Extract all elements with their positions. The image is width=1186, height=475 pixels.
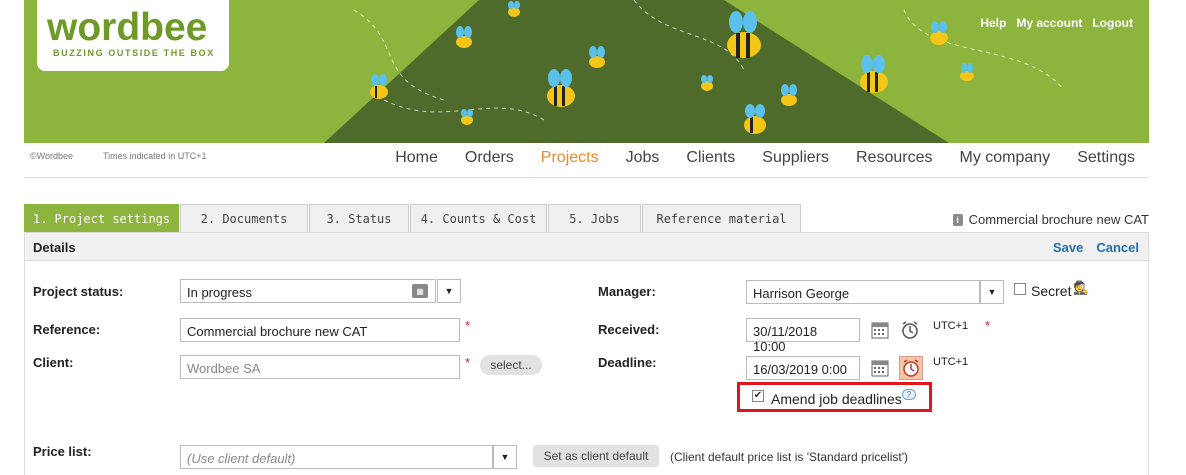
price-list-select[interactable]: (Use client default) [180, 445, 493, 469]
received-calendar-icon[interactable] [870, 320, 890, 340]
save-button[interactable]: Save [1053, 240, 1083, 255]
help-link[interactable]: Help [980, 16, 1006, 30]
project-status-label: Project status: [33, 284, 124, 299]
received-clock-icon[interactable] [900, 320, 920, 340]
cancel-button[interactable]: Cancel [1096, 240, 1139, 255]
status-workflow-icon: ▦ [412, 284, 428, 298]
received-date-input[interactable]: 30/11/2018 10:00 [746, 318, 860, 354]
help-icon[interactable]: ? [902, 389, 916, 400]
project-status-dropdown-icon[interactable]: ▼ [437, 279, 461, 303]
project-status-value: In progress [187, 285, 253, 300]
reference-required-marker: * [465, 318, 471, 333]
price-list-note: (Client default price list is 'Standard … [670, 450, 909, 464]
deadline-label: Deadline: [598, 355, 657, 370]
amend-job-deadlines-checkbox[interactable]: ✔ [752, 390, 764, 402]
nav-jobs[interactable]: Jobs [626, 149, 660, 167]
price-list-label: Price list: [33, 444, 92, 459]
client-select-button[interactable]: select... [480, 355, 542, 375]
nav-projects[interactable]: Projects [541, 149, 599, 167]
copyright-text: ©Wordbee [30, 151, 73, 161]
tab-counts-cost[interactable]: 4. Counts & Cost [410, 204, 547, 232]
deadline-calendar-icon[interactable] [870, 358, 890, 378]
price-list-dropdown-icon[interactable]: ▼ [493, 445, 517, 469]
nav-settings[interactable]: Settings [1077, 149, 1135, 167]
details-panel: Details Save Cancel [24, 232, 1149, 475]
reference-input[interactable]: Commercial brochure new CAT [180, 318, 460, 342]
received-required-marker: * [985, 318, 991, 333]
client-required-marker: * [465, 355, 471, 370]
main-nav: Home Orders Projects Jobs Clients Suppli… [368, 149, 1135, 167]
amend-job-deadlines-label: Amend job deadlines [771, 391, 902, 407]
nav-resources[interactable]: Resources [856, 149, 932, 167]
client-input[interactable]: Wordbee SA [180, 355, 460, 379]
panel-actions: Save Cancel [1053, 240, 1139, 255]
tab-status[interactable]: 3. Status [309, 204, 409, 232]
header-banner: wordbee BUZZING OUTSIDE THE BOX Help My … [24, 0, 1149, 143]
logout-link[interactable]: Logout [1092, 16, 1133, 30]
project-title-text: Commercial brochure new CAT [968, 212, 1149, 227]
manager-select[interactable]: Harrison George [746, 280, 980, 304]
tab-project-settings[interactable]: 1. Project settings [24, 204, 179, 232]
deadline-date-input[interactable]: 16/03/2019 0:00 [746, 356, 860, 380]
manager-label: Manager: [598, 284, 656, 299]
client-label: Client: [33, 355, 74, 370]
secret-agent-icon: 🕵 [1073, 280, 1090, 295]
reference-label: Reference: [33, 322, 101, 337]
nav-my-company[interactable]: My company [959, 149, 1050, 167]
project-tabs: 1. Project settings 2. Documents 3. Stat… [24, 204, 802, 232]
nav-suppliers[interactable]: Suppliers [762, 149, 829, 167]
manager-dropdown-icon[interactable]: ▼ [980, 280, 1004, 304]
logo[interactable]: wordbee BUZZING OUTSIDE THE BOX [37, 0, 229, 71]
tab-documents[interactable]: 2. Documents [180, 204, 308, 232]
panel-header: Details Save Cancel [25, 233, 1148, 261]
deadline-clock-icon[interactable] [899, 356, 923, 380]
nav-home[interactable]: Home [395, 149, 438, 167]
nav-clients[interactable]: Clients [686, 149, 735, 167]
my-account-link[interactable]: My account [1016, 16, 1082, 30]
logo-wordmark: wordbee [47, 6, 208, 49]
set-client-default-button[interactable]: Set as client default [533, 445, 659, 467]
panel-title: Details [33, 240, 76, 255]
secret-checkbox[interactable] [1014, 283, 1026, 295]
project-title: i Commercial brochure new CAT [952, 212, 1149, 227]
secret-label: Secret [1031, 283, 1072, 299]
nav-orders[interactable]: Orders [465, 149, 514, 167]
nav-divider [24, 177, 1149, 178]
project-status-select[interactable]: In progress ▦ [180, 279, 436, 303]
received-label: Received: [598, 322, 660, 337]
tab-reference-material[interactable]: Reference material [642, 204, 801, 232]
top-links: Help My account Logout [980, 16, 1133, 30]
timezone-note: Times indicated in UTC+1 [103, 151, 207, 161]
logo-tagline: BUZZING OUTSIDE THE BOX [53, 48, 215, 58]
received-timezone: UTC+1 [933, 320, 969, 332]
tab-jobs[interactable]: 5. Jobs [548, 204, 641, 232]
deadline-timezone: UTC+1 [933, 356, 969, 368]
info-icon[interactable]: i [952, 213, 963, 226]
